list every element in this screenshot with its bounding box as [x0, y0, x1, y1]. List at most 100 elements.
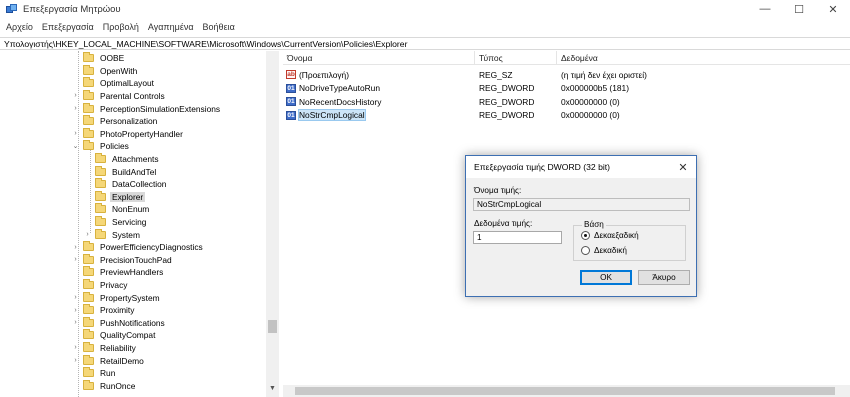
value-row[interactable]: 01 NoDriveTypeAutoRun REG_DWORD 0x000000b5 … [283, 82, 757, 95]
tree-item[interactable]: Proximity [83, 304, 136, 317]
values-horizontal-scrollbar[interactable] [283, 385, 850, 397]
value-name[interactable]: NoDriveTypeAutoRun [299, 83, 380, 93]
tree-item[interactable]: NonEnum [95, 203, 151, 216]
tree-item-label[interactable]: PreviewHandlers [98, 267, 165, 277]
tree-item[interactable]: RetailDemo [83, 354, 146, 367]
radio-decimal[interactable]: Δεκαδική [581, 246, 627, 255]
tree-item[interactable]: Parental Controls [83, 90, 167, 103]
column-header-name[interactable]: Όνομα [283, 51, 475, 64]
address-bar[interactable]: Υπολογιστής\HKEY_LOCAL_MACHINE\SOFTWARE\… [0, 37, 850, 50]
tree-item-label[interactable]: PhotoPropertyHandler [98, 129, 185, 139]
tree-item-label[interactable]: Privacy [98, 280, 129, 290]
expand-chevron-icon[interactable]: › [71, 102, 80, 114]
menu-file[interactable]: Αρχείο [6, 22, 33, 32]
value-row[interactable]: 01 NoRecentDocsHistory REG_DWORD 0x00000000… [283, 95, 757, 108]
maximize-button[interactable]: ☐ [782, 0, 816, 18]
tree-item[interactable]: System [95, 228, 142, 241]
column-header-data[interactable]: Δεδομένα [557, 51, 757, 64]
tree-item[interactable]: QualityCompat [83, 329, 157, 342]
radio-hexadecimal[interactable]: Δεκαεξαδική [581, 231, 639, 240]
tree-item[interactable]: PerceptionSimulationExtensions [83, 102, 222, 115]
minimize-button[interactable]: — [748, 0, 782, 18]
tree-vertical-scrollbar[interactable]: ▼ [266, 51, 279, 397]
expand-chevron-icon[interactable]: › [71, 304, 80, 316]
values-scroll-thumb[interactable] [295, 387, 835, 395]
tree-item-label[interactable]: DataCollection [110, 179, 168, 189]
menu-edit[interactable]: Επεξεργασία [42, 22, 94, 32]
radio-hexadecimal-label[interactable]: Δεκαεξαδική [594, 231, 639, 240]
tree-item-label[interactable]: System [110, 230, 142, 240]
tree-item[interactable]: PropertySystem [83, 291, 162, 304]
ok-button[interactable]: OK [580, 270, 632, 285]
tree-item[interactable]: Explorer [95, 190, 146, 204]
tree-item[interactable]: Reliability [83, 342, 138, 355]
expand-chevron-icon[interactable]: › [71, 241, 80, 253]
menu-view[interactable]: Προβολή [103, 22, 139, 32]
tree-item[interactable]: OptimalLayout [83, 77, 156, 90]
tree-item-label[interactable]: Attachments [110, 154, 161, 164]
tree-item-label[interactable]: Policies [98, 141, 131, 151]
tree-item-label[interactable]: PerceptionSimulationExtensions [98, 104, 222, 114]
tree-item-label[interactable]: Servicing [110, 217, 148, 227]
tree-item[interactable]: PrecisionTouchPad [83, 253, 174, 267]
tree-item[interactable]: Run [83, 367, 117, 380]
dialog-close-icon[interactable]: ✕ [675, 159, 691, 175]
tree-scroll-thumb[interactable] [268, 320, 277, 333]
expand-chevron-icon[interactable]: › [71, 354, 80, 366]
value-name[interactable]: (Προεπιλογή) [299, 70, 349, 80]
tree-item[interactable]: BuildAndTel [95, 165, 158, 178]
tree-item[interactable]: OOBE [83, 52, 126, 65]
tree-item[interactable]: DataCollection [95, 178, 168, 191]
tree-item[interactable]: Personalization [83, 115, 159, 128]
tree-item-label[interactable]: NonEnum [110, 204, 151, 214]
tree-item[interactable]: Attachments [95, 153, 161, 166]
tree-item-label[interactable]: OptimalLayout [98, 78, 156, 88]
tree-item[interactable]: PushNotifications [83, 316, 167, 330]
expand-chevron-icon[interactable]: › [71, 291, 80, 303]
tree-item-label[interactable]: Personalization [98, 116, 159, 126]
tree-item[interactable]: RunOnce [83, 379, 137, 393]
column-header-type[interactable]: Τύπος [475, 51, 557, 64]
tree-item-label[interactable]: PowerEfficiencyDiagnostics [98, 242, 205, 252]
collapse-chevron-icon[interactable]: ⌄ [71, 140, 80, 152]
tree-item-label[interactable]: RetailDemo [98, 356, 146, 366]
menu-favorites[interactable]: Αγαπημένα [148, 22, 194, 32]
tree-item[interactable]: PreviewHandlers [83, 266, 165, 279]
expand-chevron-icon[interactable]: › [71, 317, 80, 329]
scroll-down-arrow-icon[interactable]: ▼ [266, 385, 279, 395]
menu-help[interactable]: Βοήθεια [203, 22, 235, 32]
tree-item-label[interactable]: Parental Controls [98, 91, 167, 101]
expand-chevron-icon[interactable]: › [71, 90, 80, 102]
tree-item-label[interactable]: Explorer [110, 191, 146, 202]
value-name[interactable]: NoStrCmpLogical [298, 109, 366, 121]
tree-item-label[interactable]: Run [98, 368, 117, 378]
tree-item-label[interactable]: Proximity [98, 305, 136, 315]
radio-decimal-icon[interactable] [581, 246, 590, 255]
tree-item[interactable]: Privacy [83, 279, 129, 292]
close-window-button[interactable]: ✕ [816, 0, 850, 18]
expand-chevron-icon[interactable]: › [71, 128, 80, 140]
tree-item-label[interactable]: OOBE [98, 53, 126, 63]
cancel-button[interactable]: Άκυρο [638, 270, 690, 285]
radio-decimal-label[interactable]: Δεκαδική [594, 246, 627, 255]
tree-item[interactable]: PhotoPropertyHandler [83, 127, 185, 141]
registry-tree[interactable]: OOBE OpenWith OptimalLayout › Parental Contr… [0, 51, 279, 397]
tree-item-label[interactable]: QualityCompat [98, 330, 157, 340]
tree-item[interactable]: Servicing [95, 216, 148, 229]
value-name[interactable]: NoRecentDocsHistory [299, 97, 381, 107]
tree-item-label[interactable]: PropertySystem [98, 293, 162, 303]
expand-chevron-icon[interactable]: › [71, 342, 80, 354]
tree-item-label[interactable]: Reliability [98, 343, 138, 353]
tree-item-label[interactable]: PushNotifications [98, 318, 167, 328]
value-row[interactable]: ab (Προεπιλογή) REG_SZ (η τιμή δεν έχει ορι… [283, 68, 757, 81]
tree-item-label[interactable]: OpenWith [98, 66, 139, 76]
tree-item-label[interactable]: PrecisionTouchPad [98, 255, 174, 265]
tree-item-label[interactable]: RunOnce [98, 381, 137, 391]
radio-hexadecimal-icon[interactable] [581, 231, 590, 240]
expand-chevron-icon[interactable]: › [83, 228, 92, 240]
value-data-input[interactable]: 1 [473, 231, 562, 244]
value-row[interactable]: 01 NoStrCmpLogical REG_DWORD 0x00000000 (0) [283, 109, 757, 122]
tree-item-label[interactable]: BuildAndTel [110, 167, 158, 177]
expand-chevron-icon[interactable]: › [71, 254, 80, 266]
tree-item[interactable]: OpenWith [83, 64, 139, 78]
